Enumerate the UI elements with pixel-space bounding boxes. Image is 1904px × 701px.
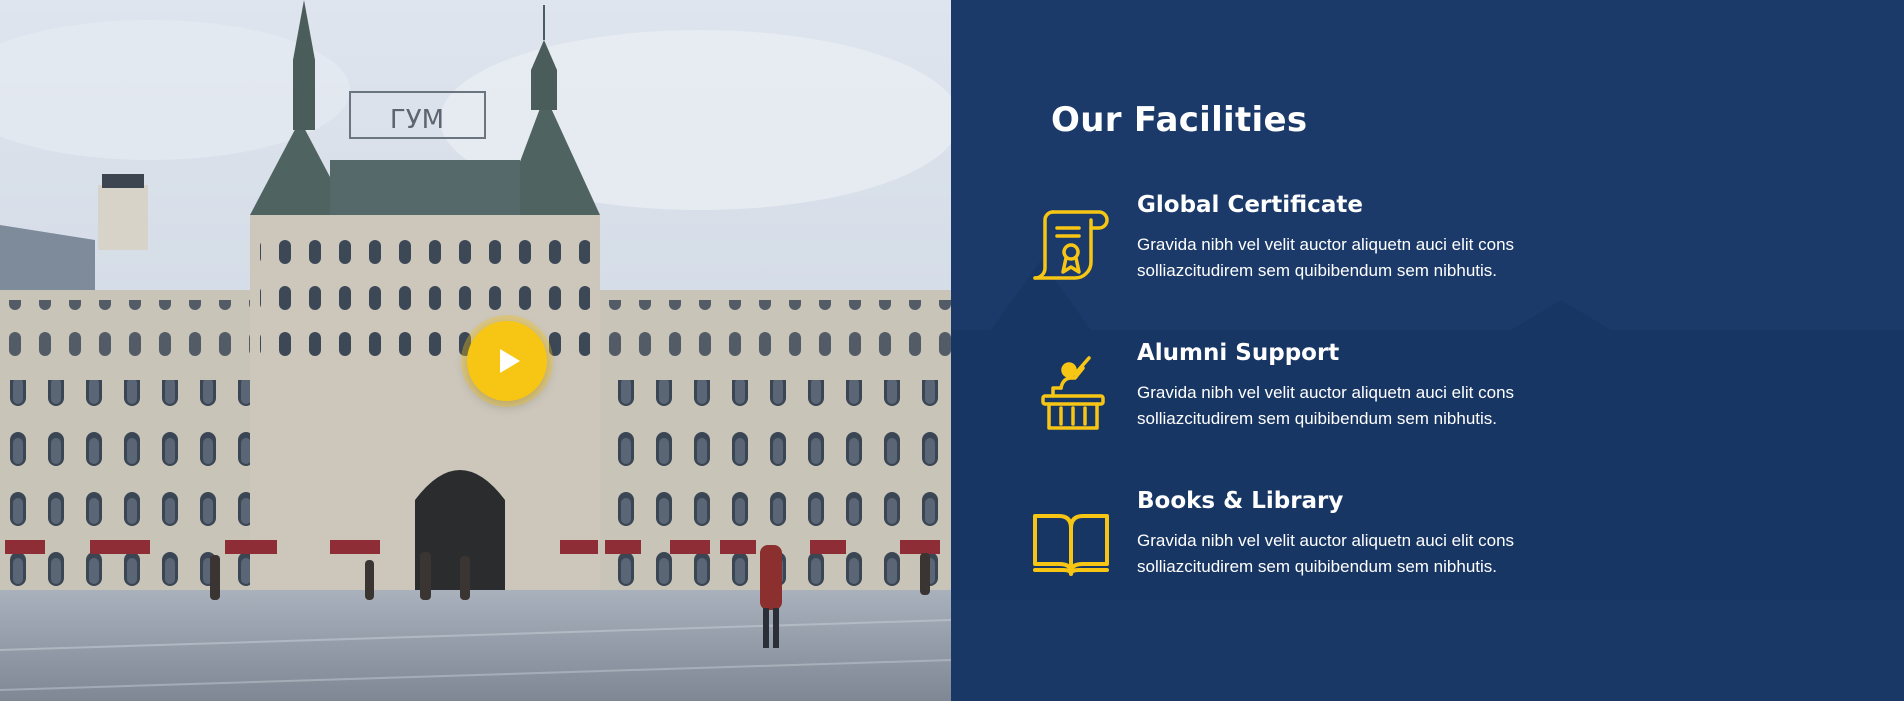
facility-title: Global Certificate — [1137, 192, 1363, 218]
campus-photo: ГУМ — [0, 0, 951, 701]
open-book-icon — [1031, 502, 1111, 582]
facility-description: Gravida nibh vel velit auctor aliquetn a… — [1137, 235, 1515, 280]
student-desk-icon — [1031, 354, 1111, 434]
svg-text:ГУМ: ГУМ — [390, 105, 444, 135]
facility-description: Gravida nibh vel velit auctor aliquetn a… — [1137, 531, 1515, 576]
certificate-icon — [1031, 206, 1111, 286]
facility-item-global-certificate: Global Certificate Gravida nibh vel veli… — [1031, 192, 1791, 326]
video-play-button[interactable] — [467, 321, 547, 401]
play-icon — [500, 349, 520, 373]
facilities-section: ГУМ Our Facilities Global Certificate Gr… — [0, 0, 1904, 701]
facility-description: Gravida nibh vel velit auctor aliquetn a… — [1137, 383, 1515, 428]
section-title: Our Facilities — [1051, 100, 1308, 140]
facility-item-alumni-support: Alumni Support Gravida nibh vel velit au… — [1031, 340, 1791, 474]
facility-item-books-library: Books & Library Gravida nibh vel velit a… — [1031, 488, 1791, 622]
facilities-panel: Our Facilities Global Certificate Gravid… — [951, 0, 1904, 701]
facility-title: Books & Library — [1137, 488, 1344, 514]
facility-title: Alumni Support — [1137, 340, 1340, 366]
